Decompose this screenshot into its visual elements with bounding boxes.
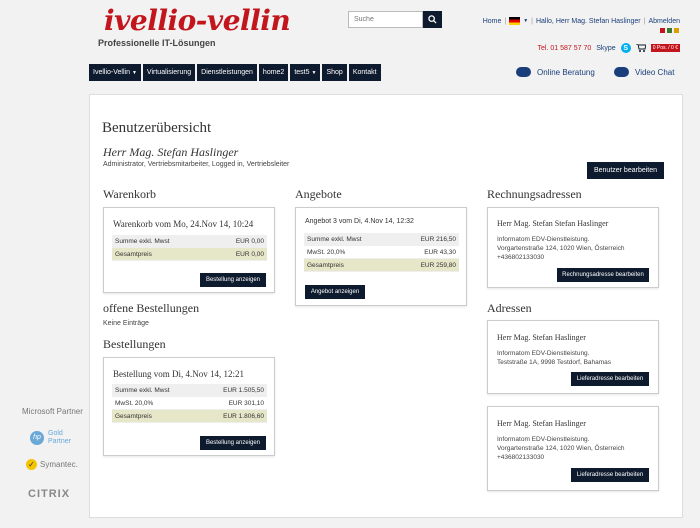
offers-section-title: Angebote [295, 187, 342, 201]
addresses-section-title: Adressen [487, 301, 532, 315]
language-flags [660, 28, 679, 33]
user-roles: Administrator, Vertriebsmitarbeiter, Log… [103, 161, 290, 168]
top-links: Home | ▼ | Hallo, Herr Mag. Stefan Hasli… [482, 17, 680, 25]
hp-partner-logo: hp Gold Partner [30, 430, 71, 446]
offer-table: Summe exkl. Mwst EUR 216,50 MwSt. 20,0% EU… [304, 233, 459, 272]
offer-card-title: Angebot 3 vom Di, 4.Nov 14, 12:32 [305, 218, 414, 225]
table-row: Gesamtpreis EUR 0,00 [112, 248, 267, 261]
user-greeting[interactable]: Hallo, Herr Mag. Stefan Haslinger [536, 18, 641, 25]
nav-kontakt[interactable]: Kontakt [348, 64, 381, 81]
cart-section-title: Warenkorb [103, 187, 157, 201]
page-title: Benutzerübersicht [102, 120, 212, 136]
flag-icon-3[interactable] [674, 28, 679, 33]
nav-virtualisierung[interactable]: Virtualisierung [142, 64, 196, 81]
main-nav: Ivellio-Vellin ▼ Virtualisierung Dienstle… [89, 64, 381, 81]
cart-badge[interactable]: 0 Pos. / 0 € [650, 44, 680, 52]
cart-table: Summe exkl. Mwst EUR 0,00 Gesamtpreis EUR … [112, 235, 267, 261]
show-order-button[interactable]: Bestellung anzeigen [200, 436, 266, 450]
table-row: Summe exkl. Mwst EUR 216,50 [304, 233, 459, 246]
cart-card-title: Warenkorb vom Mo, 24.Nov 14, 10:24 [113, 219, 254, 229]
cart-icon[interactable] [635, 44, 646, 52]
citrix-logo: CITRIX [28, 488, 71, 500]
table-row: Summe exkl. Mwst EUR 0,00 [112, 235, 267, 248]
german-flag-icon[interactable] [509, 17, 521, 25]
checkmark-icon: ✓ [26, 459, 37, 470]
order-table: Summe exkl. Mwst EUR 1.505,50 MwSt. 20,0%… [112, 384, 267, 423]
skype-icon[interactable]: S [620, 43, 631, 53]
online-consult-link[interactable]: Online Beratung [516, 67, 595, 77]
edit-user-button[interactable]: Benutzer bearbeiten [587, 162, 664, 179]
skype-label[interactable]: Skype [596, 45, 615, 52]
edit-billing-address-button[interactable]: Rechnungsadresse bearbeiten [557, 268, 649, 282]
table-row: MwSt. 20,0% EUR 43,30 [304, 246, 459, 259]
open-orders-title: offene Bestellungen [103, 301, 200, 315]
orders-section-title: Bestellungen [103, 337, 166, 351]
nav-ivellio-vellin[interactable]: Ivellio-Vellin ▼ [89, 64, 141, 81]
address-name: Herr Mag. Stefan Haslinger [497, 333, 586, 342]
billing-lines: Informatom EDV-Dienstleistung. Vorgarten… [497, 236, 625, 261]
order-card-title: Bestellung vom Di, 4.Nov 14, 12:21 [113, 369, 244, 379]
chat-bubble-icon [614, 67, 629, 77]
show-order-button[interactable]: Bestellung anzeigen [200, 273, 266, 287]
nav-dienstleistungen[interactable]: Dienstleistungen [197, 64, 257, 81]
chevron-down-icon: ▼ [131, 69, 137, 76]
logout-link[interactable]: Abmelden [648, 18, 680, 25]
chat-bubble-icon [516, 67, 531, 77]
chevron-down-icon: ▼ [311, 69, 317, 76]
user-name: Herr Mag. Stefan Haslinger [103, 145, 239, 159]
table-row: Gesamtpreis EUR 1.806,60 [112, 410, 267, 423]
show-offer-button[interactable]: Angebot anzeigen [305, 285, 365, 299]
search-bar [348, 11, 442, 28]
search-icon [428, 15, 437, 24]
no-entries-text: Keine Einträge [103, 320, 149, 327]
address-name: Herr Mag. Stefan Haslinger [497, 419, 586, 428]
table-row: Summe exkl. Mwst EUR 1.505,50 [112, 384, 267, 397]
address-lines: Informatom EDV-Dienstleistung. Vorgarten… [497, 436, 625, 461]
hp-icon: hp [30, 431, 44, 445]
nav-home2[interactable]: home2 [258, 64, 289, 81]
video-chat-link[interactable]: Video Chat [614, 67, 674, 77]
phone-number: Tel. 01 587 57 70 [537, 44, 592, 52]
flag-icon-2[interactable] [667, 28, 672, 33]
site-logo[interactable]: ivellio-vellin [104, 4, 291, 37]
nav-shop[interactable]: Shop [322, 64, 347, 81]
symantec-logo: ✓ Symantec. [26, 459, 78, 470]
contact-line: Tel. 01 587 57 70 Skype S 0 Pos. / 0 € [538, 43, 680, 53]
chevron-down-icon[interactable]: ▼ [523, 18, 528, 24]
edit-delivery-address-button[interactable]: Lieferadresse bearbeiten [571, 372, 649, 386]
table-row: MwSt. 20,0% EUR 301,10 [112, 397, 267, 410]
table-row: Gesamtpreis EUR 259,80 [304, 259, 459, 272]
nav-test5[interactable]: test5 ▼ [290, 64, 321, 81]
edit-delivery-address-button[interactable]: Lieferadresse bearbeiten [571, 468, 649, 482]
search-button[interactable] [423, 11, 442, 28]
billing-name: Herr Mag. Stefan Stefan Haslinger [497, 219, 609, 228]
home-link[interactable]: Home [483, 18, 502, 25]
address-lines: Informatom EDV-Dienstleistung. Teststraß… [497, 350, 612, 366]
microsoft-partner-logo: Microsoft Partner [22, 407, 83, 416]
flag-icon-1[interactable] [660, 28, 665, 33]
site-tagline: Professionelle IT-Lösungen [98, 38, 216, 48]
search-input[interactable] [348, 11, 423, 28]
billing-section-title: Rechnungsadressen [487, 187, 582, 201]
